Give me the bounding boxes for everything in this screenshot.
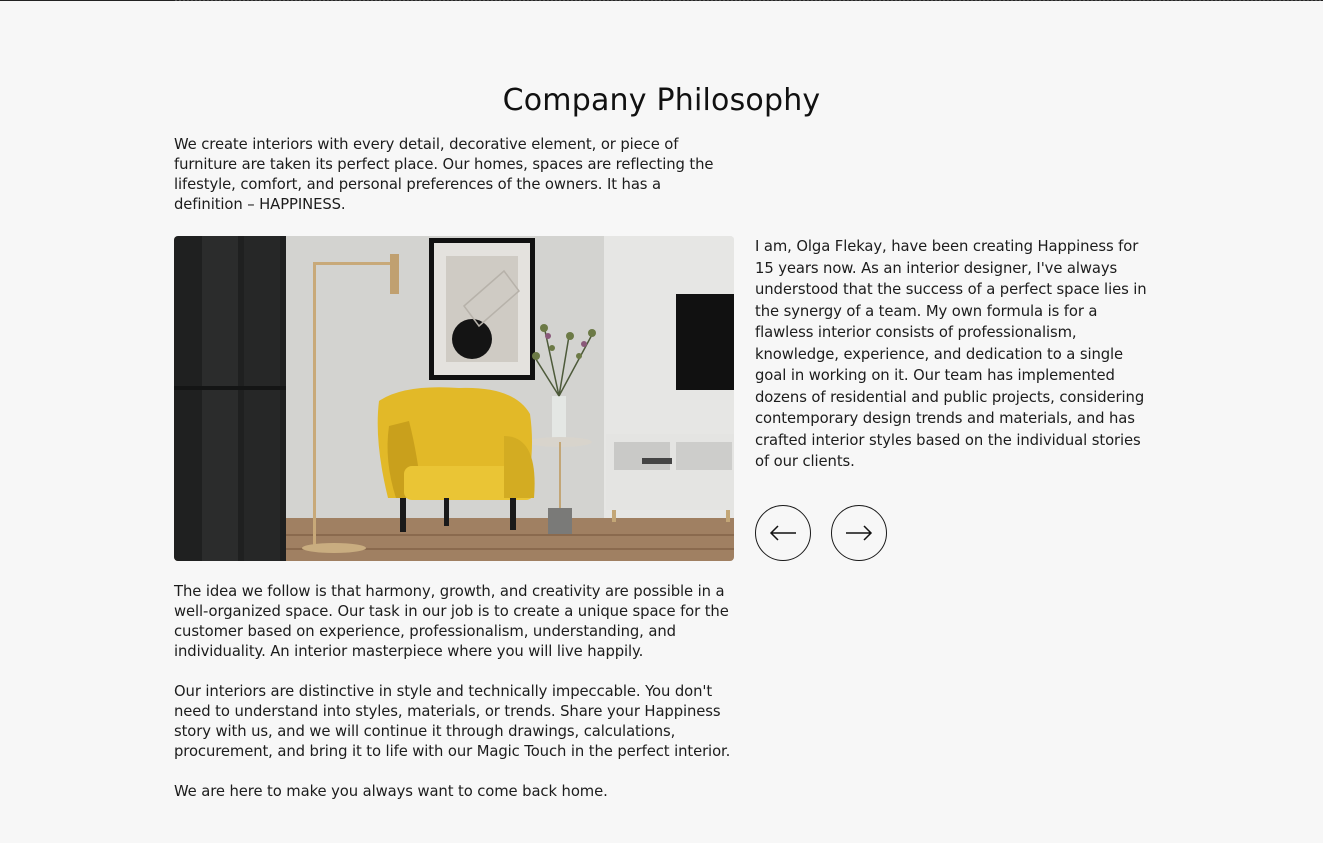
closing-paragraph: We are here to make you always want to c… (174, 783, 608, 800)
intro-paragraph: We create interiors with every detail, d… (174, 136, 714, 213)
slider-next-button[interactable] (831, 505, 887, 561)
arrow-right-icon (846, 525, 873, 541)
arrow-left-icon (769, 525, 796, 541)
top-border-dashes (175, 0, 1323, 1)
philosophy-paragraph: Our interiors are distinctive in style a… (174, 683, 731, 760)
slider-image (174, 236, 734, 561)
slider-prev-button[interactable] (755, 505, 811, 561)
designer-quote: I am, Olga Flekay, have been creating Ha… (755, 238, 1147, 470)
philosophy-paragraph: The idea we follow is that harmony, grow… (174, 583, 729, 660)
interior-photo (174, 236, 734, 561)
section-title: Company Philosophy (502, 83, 821, 118)
